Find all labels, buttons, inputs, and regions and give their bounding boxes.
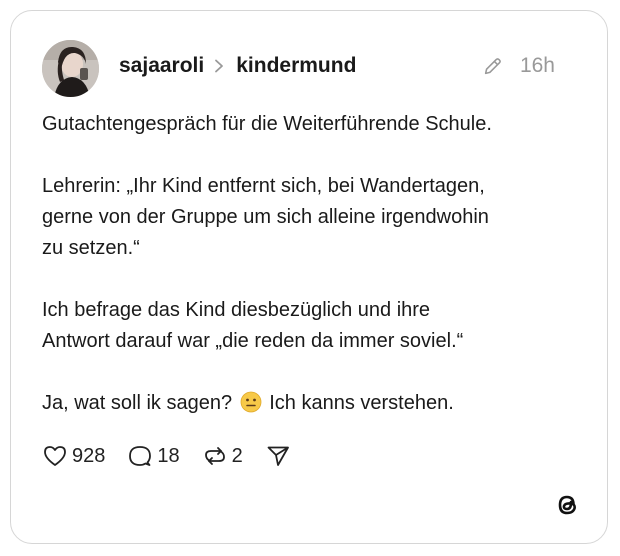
reply-button[interactable]: 18 xyxy=(127,443,180,469)
post-card: sajaaroli kindermund 16h Gutachtengesprä… xyxy=(10,10,608,544)
reply-count: 18 xyxy=(157,444,180,467)
community-link[interactable]: kindermund xyxy=(236,54,356,78)
post-paragraph: Gutachtengespräch für die Weiterführende… xyxy=(42,113,492,135)
post-time: 16h xyxy=(519,54,555,77)
repost-count: 2 xyxy=(231,444,243,467)
post-meta: 16h xyxy=(482,51,555,81)
username-link[interactable]: sajaaroli xyxy=(119,54,204,78)
post-paragraph: Lehrerin: „Ihr Kind entfernt sich, bei W… xyxy=(42,175,489,259)
action-bar: 928 18 2 xyxy=(42,441,317,471)
like-count: 928 xyxy=(72,444,106,467)
chevron-right-icon xyxy=(215,59,224,73)
send-icon xyxy=(267,446,289,466)
heart-icon xyxy=(44,446,66,466)
pencil-icon[interactable] xyxy=(482,55,504,77)
post-body: Gutachtengespräch für die Weiterführende… xyxy=(42,109,582,419)
avatar[interactable] xyxy=(42,40,99,97)
repost-button[interactable]: 2 xyxy=(202,443,243,469)
like-button[interactable]: 928 xyxy=(42,443,105,469)
neutral-face-emoji-icon xyxy=(240,391,262,413)
last-line-after: Ich kanns verstehen. xyxy=(269,392,454,414)
post-paragraph-last: Ja, wat soll ik sagen? Ich kanns versteh… xyxy=(42,388,582,419)
post-header: sajaaroli kindermund xyxy=(119,51,356,81)
last-line-before: Ja, wat soll ik sagen? xyxy=(42,392,233,414)
comment-icon xyxy=(129,446,152,466)
threads-logo-icon xyxy=(558,495,576,515)
share-button[interactable] xyxy=(265,443,295,469)
post-paragraph: Ich befrage das Kind diesbezüglich und i… xyxy=(42,299,464,352)
repost-icon xyxy=(204,447,225,465)
